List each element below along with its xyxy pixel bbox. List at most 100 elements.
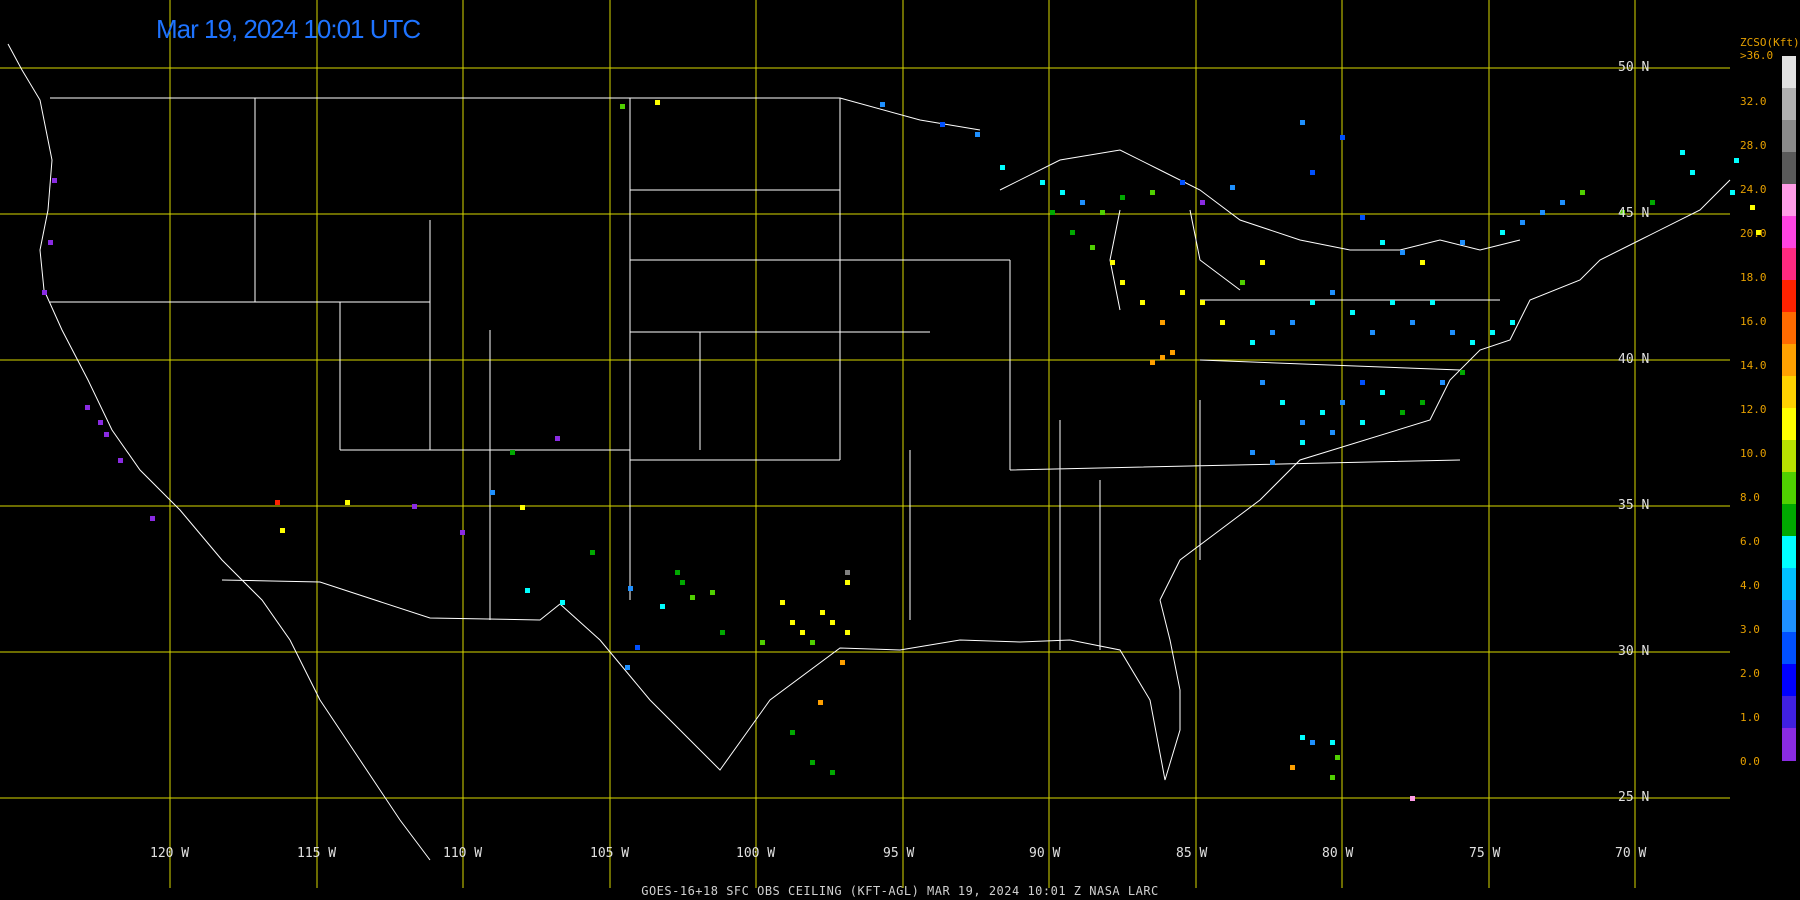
legend-swatch	[1782, 312, 1796, 345]
atlantic-coastline	[1159, 179, 1731, 601]
station-marker	[655, 100, 660, 105]
legend-value: 4.0	[1740, 579, 1760, 592]
latitude-label: 50 N	[1618, 60, 1650, 75]
legend-value: 16.0	[1740, 315, 1767, 328]
legend-swatch	[1782, 152, 1796, 185]
station-marker	[42, 290, 47, 295]
station-marker	[1410, 796, 1415, 801]
station-marker	[780, 600, 785, 605]
station-marker	[1750, 205, 1755, 210]
station-marker	[625, 665, 630, 670]
state-boundaries	[7, 43, 1731, 861]
station-marker	[845, 630, 850, 635]
legend-swatch	[1782, 120, 1796, 153]
legend-value: 12.0	[1740, 403, 1767, 416]
station-marker	[1320, 410, 1325, 415]
station-marker	[1380, 240, 1385, 245]
station-marker	[1290, 320, 1295, 325]
legend-value: 18.0	[1740, 271, 1767, 284]
station-marker	[1340, 135, 1345, 140]
station-marker	[830, 770, 835, 775]
station-marker	[1510, 320, 1515, 325]
station-marker	[790, 620, 795, 625]
station-marker	[1340, 400, 1345, 405]
station-marker	[1430, 300, 1435, 305]
station-marker	[1310, 740, 1315, 745]
station-marker	[510, 450, 515, 455]
station-marker	[845, 570, 850, 575]
station-marker	[1350, 310, 1355, 315]
station-marker	[1680, 150, 1685, 155]
legend-swatch	[1782, 248, 1796, 281]
station-marker	[1330, 740, 1335, 745]
station-marker	[1230, 185, 1235, 190]
latitude-label: 25 N	[1618, 790, 1650, 805]
station-marker	[1140, 300, 1145, 305]
station-marker	[98, 420, 103, 425]
station-marker	[118, 458, 123, 463]
station-marker	[1150, 190, 1155, 195]
station-marker	[1200, 300, 1205, 305]
station-marker	[1280, 400, 1285, 405]
station-marker	[635, 645, 640, 650]
state-lines	[50, 98, 1500, 650]
legend-swatch	[1782, 568, 1796, 601]
station-marker	[830, 620, 835, 625]
station-marker	[52, 178, 57, 183]
station-marker	[555, 436, 560, 441]
station-marker	[1250, 450, 1255, 455]
station-marker	[48, 240, 53, 245]
station-marker	[1330, 775, 1335, 780]
station-marker	[1120, 195, 1125, 200]
station-marker	[490, 490, 495, 495]
legend-swatch	[1782, 344, 1796, 377]
station-marker	[104, 432, 109, 437]
station-marker	[1330, 430, 1335, 435]
station-marker	[1420, 260, 1425, 265]
station-marker	[1420, 400, 1425, 405]
station-marker	[1160, 355, 1165, 360]
timestamp-title: Mar 19, 2024 10:01 UTC	[156, 14, 421, 44]
station-marker	[1160, 320, 1165, 325]
longitude-label: 75 W	[1469, 846, 1501, 861]
station-marker	[1100, 210, 1105, 215]
station-marker	[1070, 230, 1075, 235]
station-marker	[1090, 245, 1095, 250]
legend-swatch	[1782, 280, 1796, 313]
station-marker	[1734, 158, 1739, 163]
legend-value: 14.0	[1740, 359, 1767, 372]
latitude-label: 45 N	[1618, 206, 1650, 221]
legend-value: 6.0	[1740, 535, 1760, 548]
station-marker	[1150, 360, 1155, 365]
station-marker	[1180, 290, 1185, 295]
station-marker	[790, 730, 795, 735]
ceiling-map	[0, 0, 1761, 888]
station-marker	[1330, 290, 1335, 295]
station-marker	[820, 610, 825, 615]
legend-value: 8.0	[1740, 491, 1760, 504]
station-marker	[1270, 330, 1275, 335]
station-marker	[1360, 380, 1365, 385]
station-marker	[345, 500, 350, 505]
station-marker	[1520, 220, 1525, 225]
station-marker	[1460, 240, 1465, 245]
legend-value: 24.0	[1740, 183, 1767, 196]
station-marker	[940, 122, 945, 127]
station-marker	[818, 700, 823, 705]
station-marker	[1050, 210, 1055, 215]
station-marker	[1560, 200, 1565, 205]
station-marker	[280, 528, 285, 533]
longitude-label: 115 W	[297, 846, 337, 861]
legend-swatch	[1782, 88, 1796, 121]
station-marker	[1060, 190, 1065, 195]
station-marker	[1460, 370, 1465, 375]
station-marker	[1110, 260, 1115, 265]
legend-swatch	[1782, 472, 1796, 505]
station-marker	[628, 586, 633, 591]
station-marker	[275, 500, 280, 505]
station-marker	[1170, 350, 1175, 355]
legend-value: 32.0	[1740, 95, 1767, 108]
station-marker	[1310, 170, 1315, 175]
station-marker	[710, 590, 715, 595]
station-marker	[1400, 410, 1405, 415]
